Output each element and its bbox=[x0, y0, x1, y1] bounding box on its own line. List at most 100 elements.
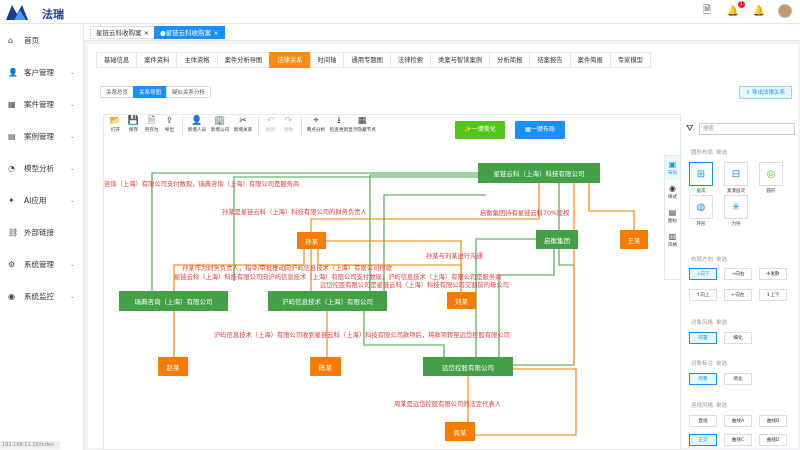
sub-tabs: 关系总览 关系导图 疑似关系分析 bbox=[100, 86, 212, 98]
avatar[interactable] bbox=[778, 4, 792, 18]
layout-caption: 力导 bbox=[731, 222, 741, 227]
object-style-1[interactable]: 细化 bbox=[724, 332, 752, 344]
nav-tab-3[interactable]: 案件分析导图 bbox=[216, 52, 271, 68]
nav-tab-7[interactable]: 法律检索 bbox=[389, 52, 432, 68]
rail-icon: ▤ bbox=[668, 208, 677, 217]
sub-tab-0[interactable]: 关系总览 bbox=[100, 86, 135, 98]
nav-tab-1[interactable]: 案件资料 bbox=[136, 52, 178, 68]
message-icon[interactable]: 🔔 bbox=[752, 4, 766, 18]
sidebar-item-7[interactable]: ⚙ 系统管理 ⌄ bbox=[0, 248, 83, 280]
nav-tab-8[interactable]: 类案与智读案例 bbox=[430, 52, 491, 68]
nav-tab-2[interactable]: 主体资格 bbox=[176, 52, 218, 68]
sidebar-item-label: 案例管理 bbox=[24, 131, 54, 141]
nav-tab-10[interactable]: 结案报告 bbox=[529, 52, 571, 68]
direction-label: 向左 bbox=[735, 293, 745, 298]
document-icon[interactable]: 🗎 bbox=[700, 4, 714, 18]
sub-tab-1[interactable]: 关系导图 bbox=[133, 86, 168, 98]
sidebar-item-0[interactable]: ⌂ 首页 bbox=[0, 24, 83, 56]
sidebar-item-3[interactable]: ▤ 案例管理 ⌄ bbox=[0, 120, 83, 152]
rail-item-2[interactable]: ▤ 图标 bbox=[665, 204, 680, 228]
rail-item-1[interactable]: ◉ 样式 bbox=[665, 180, 680, 204]
chart-icon: ◔ bbox=[8, 163, 15, 173]
object-style-label: 同置 bbox=[698, 336, 708, 341]
graph-node-sun[interactable]: 孙某 bbox=[297, 232, 326, 249]
single-select-hint: 单选 bbox=[716, 150, 728, 156]
link-icon: ⛓ bbox=[8, 227, 19, 237]
line-style-5[interactable]: 曲线D bbox=[759, 434, 787, 446]
object-style-0[interactable]: 同置 bbox=[689, 332, 717, 344]
search-input[interactable]: 搜索 bbox=[699, 123, 795, 135]
graph-canvas[interactable]: 📂 打开 💾 保存 🗎 另存为 ⇪ 导出 👤 新增人员 🏢 新增公司 ✂ 新增关系 ↶ 撤销 ↷ 重做 ⌖ 两点分析 ⭳… bbox=[103, 114, 681, 450]
graph-edge-10[interactable] bbox=[475, 238, 536, 357]
sidebar-item-2[interactable]: ▦ 案件管理 ⌄ bbox=[0, 88, 83, 120]
graph-node-xl[interactable]: 星链云科（上海）科技有限公司 bbox=[478, 163, 600, 183]
sidebar-item-1[interactable]: 👤 客户管理 ⌄ bbox=[0, 56, 83, 88]
panel-title-text: 对象风格 bbox=[691, 320, 714, 326]
rail-icon: ▥ bbox=[668, 232, 677, 241]
nav-tab-0[interactable]: 基础信息 bbox=[96, 52, 138, 68]
object-label-text: 简化 bbox=[733, 377, 743, 382]
direction-2[interactable]: ✣ 发散 bbox=[759, 268, 787, 280]
line-style-4[interactable]: 曲线C bbox=[724, 434, 752, 446]
nav-tab-5[interactable]: 时间轴 bbox=[309, 52, 345, 68]
graph-node-qh[interactable]: 启衡集团 bbox=[536, 230, 578, 249]
object-label-0[interactable]: 完整 bbox=[689, 373, 717, 385]
layout-option-2[interactable]: ◎ bbox=[759, 162, 783, 186]
graph-edge-16[interactable] bbox=[513, 249, 575, 366]
nav-tab-6[interactable]: 通用专题图 bbox=[343, 52, 391, 68]
sidebar-item-8[interactable]: ◉ 系统监控 ⌄ bbox=[0, 280, 83, 312]
direction-label: 向下 bbox=[700, 272, 710, 277]
direction-1[interactable]: → 向右 bbox=[724, 268, 752, 280]
nav-tab-12[interactable]: 专家模型 bbox=[609, 52, 651, 68]
logo[interactable]: 法瑞 bbox=[4, 2, 84, 22]
line-style-label: 直线 bbox=[698, 419, 708, 424]
sidebar-item-label: 首页 bbox=[24, 35, 39, 45]
nav-tab-4[interactable]: 法律关系 bbox=[269, 52, 311, 68]
graph-node-zhou[interactable]: 周某 bbox=[445, 422, 475, 441]
graph-edge-5[interactable] bbox=[588, 183, 635, 230]
line-style-2[interactable]: 曲线B bbox=[759, 415, 787, 427]
single-select-hint: 单选 bbox=[716, 361, 728, 367]
rail-item-0[interactable]: ▣ 布局 bbox=[665, 156, 680, 180]
open-tab-1[interactable]: 星链云科收购案 × bbox=[90, 26, 156, 39]
graph-node-liu[interactable]: 刘某 bbox=[447, 292, 476, 309]
bell-icon[interactable]: 🔔 1 bbox=[726, 1, 745, 18]
layout-option-4[interactable]: ✳ bbox=[724, 195, 748, 219]
graph-node-rd[interactable]: 瑞典咨询（上海）有限公司 bbox=[119, 291, 228, 311]
graph-node-chen[interactable]: 陈某 bbox=[310, 357, 341, 376]
open-tab-2-active[interactable]: ●星链云科收购案 × bbox=[154, 26, 225, 39]
direction-0[interactable]: ↓ 向下 bbox=[689, 268, 717, 280]
graph-node-wang[interactable]: 王某 bbox=[620, 230, 648, 249]
export-relations-button[interactable]: ⇪ 导出法律关系 bbox=[738, 86, 792, 99]
layout-caption: 圆形 bbox=[766, 189, 776, 194]
graph-node-hy[interactable]: 沪屿信息技术（上海）有限公司 bbox=[268, 291, 387, 311]
filter-icon[interactable]: ⛛ bbox=[686, 124, 694, 134]
nav-tab-11[interactable]: 案件简报 bbox=[569, 52, 611, 68]
layout-option-3[interactable]: ◍ bbox=[689, 195, 713, 219]
line-style-3[interactable]: 正交 bbox=[689, 434, 717, 446]
layout-compact-icon: ⊟ bbox=[731, 168, 741, 180]
direction-3[interactable]: ↑ 向上 bbox=[689, 289, 717, 301]
sidebar-item-5[interactable]: ✦ AI应用 ⌄ bbox=[0, 184, 83, 216]
graph-node-yc[interactable]: 远岱控股有限公司 bbox=[423, 357, 513, 376]
layout-option-0[interactable]: ⊞ bbox=[689, 162, 713, 186]
rail-label: 布局 bbox=[668, 171, 677, 176]
sidebar-item-6[interactable]: ⛓ 外部链接 bbox=[0, 216, 83, 248]
panel-title-text: 圆形布局 bbox=[691, 150, 714, 156]
sub-tab-2[interactable]: 疑似关系分析 bbox=[166, 86, 212, 98]
direction-4[interactable]: ← 向左 bbox=[724, 289, 752, 301]
line-style-1[interactable]: 曲线A bbox=[724, 415, 752, 427]
direction-5[interactable]: ↕ 上下 bbox=[759, 289, 787, 301]
sidebar: ⌂ 首页 👤 客户管理 ⌄ ▦ 案件管理 ⌄ ▤ 案例管理 ⌄ ◔ 模型分析 ⌄ ✦ AI应用 ⌄ ⛓ 外部链接 ⚙ 系… bbox=[0, 24, 84, 450]
rail-icon: ◉ bbox=[669, 184, 676, 193]
graph-node-zhao[interactable]: 赵某 bbox=[158, 357, 188, 376]
object-label-1[interactable]: 简化 bbox=[724, 373, 752, 385]
sidebar-item-4[interactable]: ◔ 模型分析 ⌄ bbox=[0, 152, 83, 184]
book-icon: ▤ bbox=[8, 131, 16, 141]
nav-tab-9[interactable]: 分析简报 bbox=[489, 52, 531, 68]
layout-option-1[interactable]: ⊟ bbox=[724, 162, 748, 186]
object-style-label: 细化 bbox=[733, 336, 743, 341]
graph-edge-11[interactable] bbox=[498, 249, 555, 357]
rail-item-3[interactable]: ▥ 风格 bbox=[665, 228, 680, 252]
line-style-0[interactable]: 直线 bbox=[689, 415, 717, 427]
